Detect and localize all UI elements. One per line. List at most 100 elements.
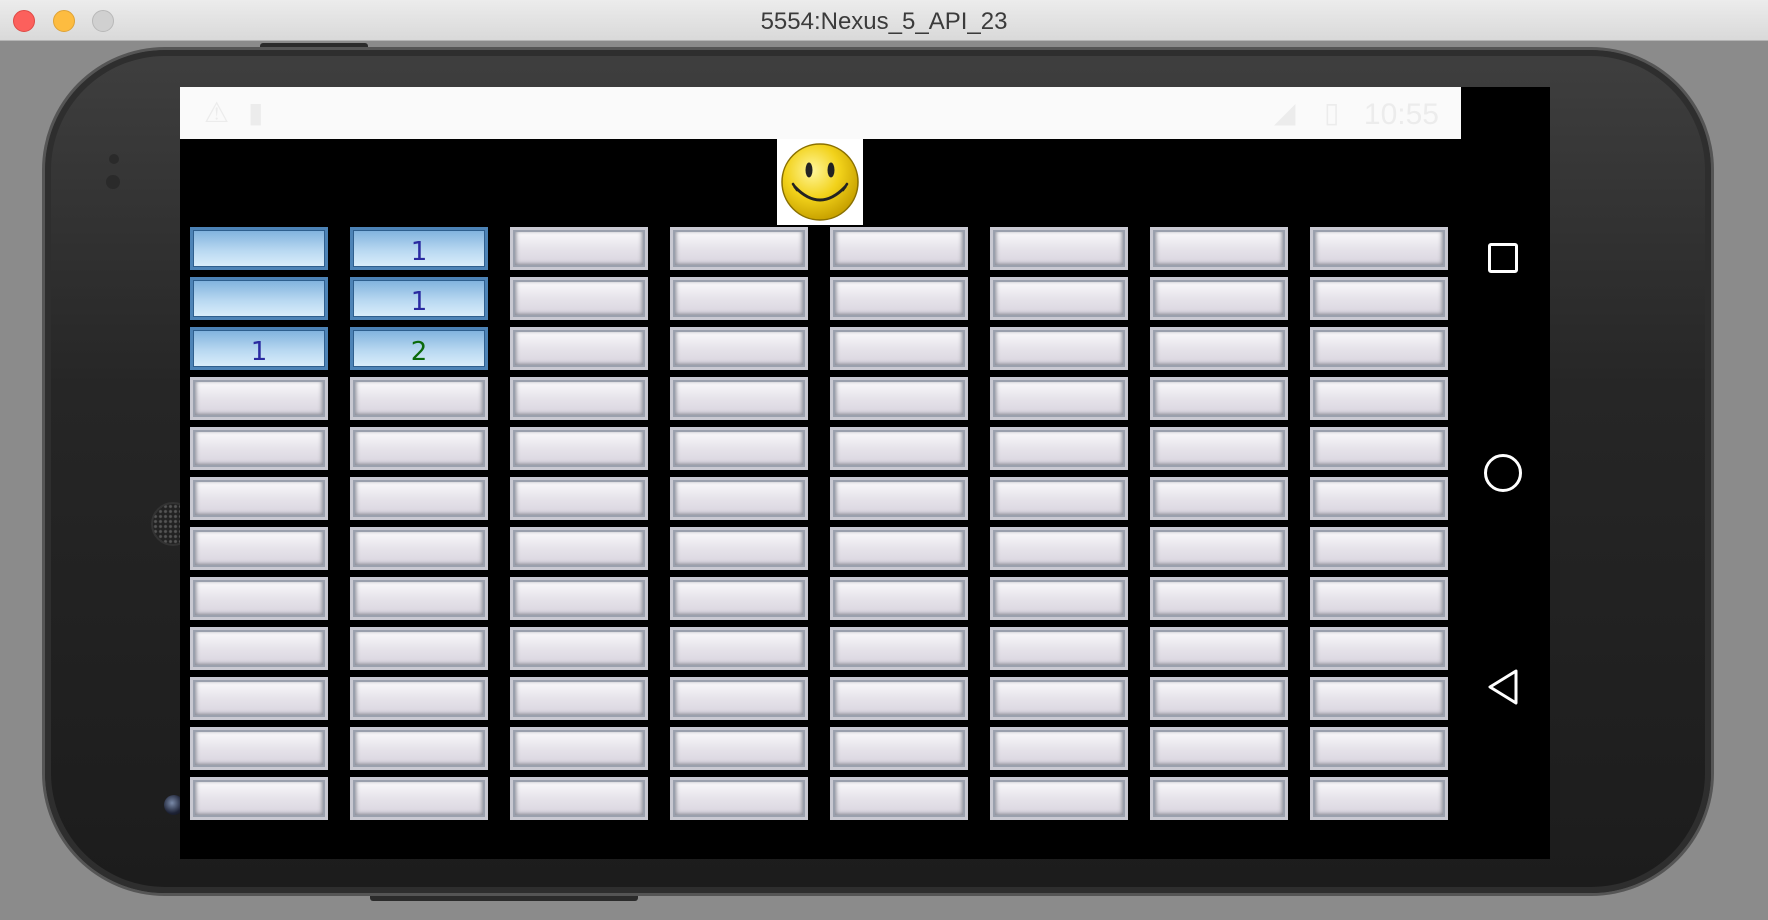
mine-cell[interactable] [350,627,488,670]
mine-cell[interactable] [1310,277,1448,320]
mine-cell[interactable] [510,677,648,720]
mine-cell[interactable] [1310,677,1448,720]
mine-cell[interactable] [830,427,968,470]
mine-cell[interactable] [1150,627,1288,670]
mine-cell[interactable]: 2 [350,327,488,370]
mine-cell[interactable] [510,527,648,570]
mine-cell[interactable] [670,277,808,320]
mine-cell[interactable] [350,577,488,620]
mine-cell[interactable] [1310,727,1448,770]
mine-cell[interactable] [1310,227,1448,270]
mine-cell[interactable] [670,577,808,620]
mine-cell[interactable] [1310,477,1448,520]
mine-cell[interactable] [670,777,808,820]
mine-cell[interactable] [1150,677,1288,720]
mine-cell[interactable] [350,477,488,520]
mine-cell[interactable] [670,527,808,570]
recents-icon[interactable] [1488,243,1518,273]
mine-cell[interactable] [190,477,328,520]
mine-cell[interactable] [510,577,648,620]
mine-cell[interactable] [830,477,968,520]
mine-cell[interactable] [670,727,808,770]
mine-cell[interactable] [190,627,328,670]
mine-cell[interactable] [990,577,1128,620]
mine-cell[interactable] [190,377,328,420]
mine-cell[interactable] [1150,477,1288,520]
mine-cell[interactable]: 1 [350,227,488,270]
mine-cell[interactable] [190,427,328,470]
mine-cell[interactable] [670,227,808,270]
mine-cell[interactable] [1310,527,1448,570]
mine-cell[interactable] [830,227,968,270]
mine-cell[interactable] [350,527,488,570]
mine-cell[interactable] [190,677,328,720]
mine-cell[interactable] [1150,777,1288,820]
mine-cell[interactable] [990,727,1128,770]
mine-cell[interactable] [510,477,648,520]
mine-cell[interactable] [1150,427,1288,470]
mine-cell[interactable] [510,627,648,670]
mine-cell[interactable]: 1 [350,277,488,320]
mine-cell[interactable] [350,677,488,720]
mine-cell[interactable] [350,727,488,770]
mine-cell[interactable] [990,677,1128,720]
mine-cell[interactable] [1310,777,1448,820]
mine-cell[interactable] [830,277,968,320]
mine-cell[interactable]: 1 [190,327,328,370]
mine-cell[interactable] [670,477,808,520]
mine-cell[interactable] [190,727,328,770]
mine-cell[interactable] [1150,527,1288,570]
mine-cell[interactable] [1150,727,1288,770]
mine-cell[interactable] [1150,227,1288,270]
mine-cell[interactable] [990,227,1128,270]
mine-cell[interactable] [830,627,968,670]
mine-cell[interactable] [1150,577,1288,620]
mine-cell[interactable] [990,627,1128,670]
mine-cell[interactable] [670,327,808,370]
mine-cell[interactable] [830,527,968,570]
mine-cell[interactable] [510,227,648,270]
mine-cell[interactable] [190,277,328,320]
mine-cell[interactable] [990,527,1128,570]
mine-cell[interactable] [510,277,648,320]
mine-cell[interactable] [190,777,328,820]
mine-cell[interactable] [510,377,648,420]
back-icon[interactable] [1485,667,1521,707]
mine-cell[interactable] [1150,277,1288,320]
mine-cell[interactable] [830,327,968,370]
mine-cell[interactable] [1310,377,1448,420]
mine-cell[interactable] [350,777,488,820]
mine-cell[interactable] [350,427,488,470]
mine-cell[interactable] [830,777,968,820]
mine-cell[interactable] [510,727,648,770]
mine-cell[interactable] [670,627,808,670]
mine-cell[interactable] [670,377,808,420]
mine-cell[interactable] [190,527,328,570]
mine-cell[interactable] [990,777,1128,820]
mine-cell[interactable] [190,227,328,270]
mine-cell[interactable] [1310,427,1448,470]
mine-cell[interactable] [190,577,328,620]
mine-cell[interactable] [1150,327,1288,370]
home-icon[interactable] [1484,454,1522,492]
mine-cell[interactable] [830,677,968,720]
mine-cell[interactable] [830,727,968,770]
mine-cell[interactable] [510,327,648,370]
mine-cell[interactable] [1310,327,1448,370]
mine-cell[interactable] [830,377,968,420]
mine-cell[interactable] [990,377,1128,420]
mine-cell[interactable] [510,777,648,820]
mine-cell[interactable] [830,577,968,620]
mine-cell[interactable] [990,277,1128,320]
mine-cell[interactable] [350,377,488,420]
mine-cell[interactable] [510,427,648,470]
mine-cell[interactable] [1150,377,1288,420]
mine-cell[interactable] [990,327,1128,370]
mine-cell[interactable] [990,427,1128,470]
mine-cell[interactable] [1310,577,1448,620]
mine-cell[interactable] [1310,627,1448,670]
mine-cell[interactable] [670,677,808,720]
mine-cell[interactable] [990,477,1128,520]
reset-face-button[interactable] [777,139,863,225]
mine-cell[interactable] [670,427,808,470]
